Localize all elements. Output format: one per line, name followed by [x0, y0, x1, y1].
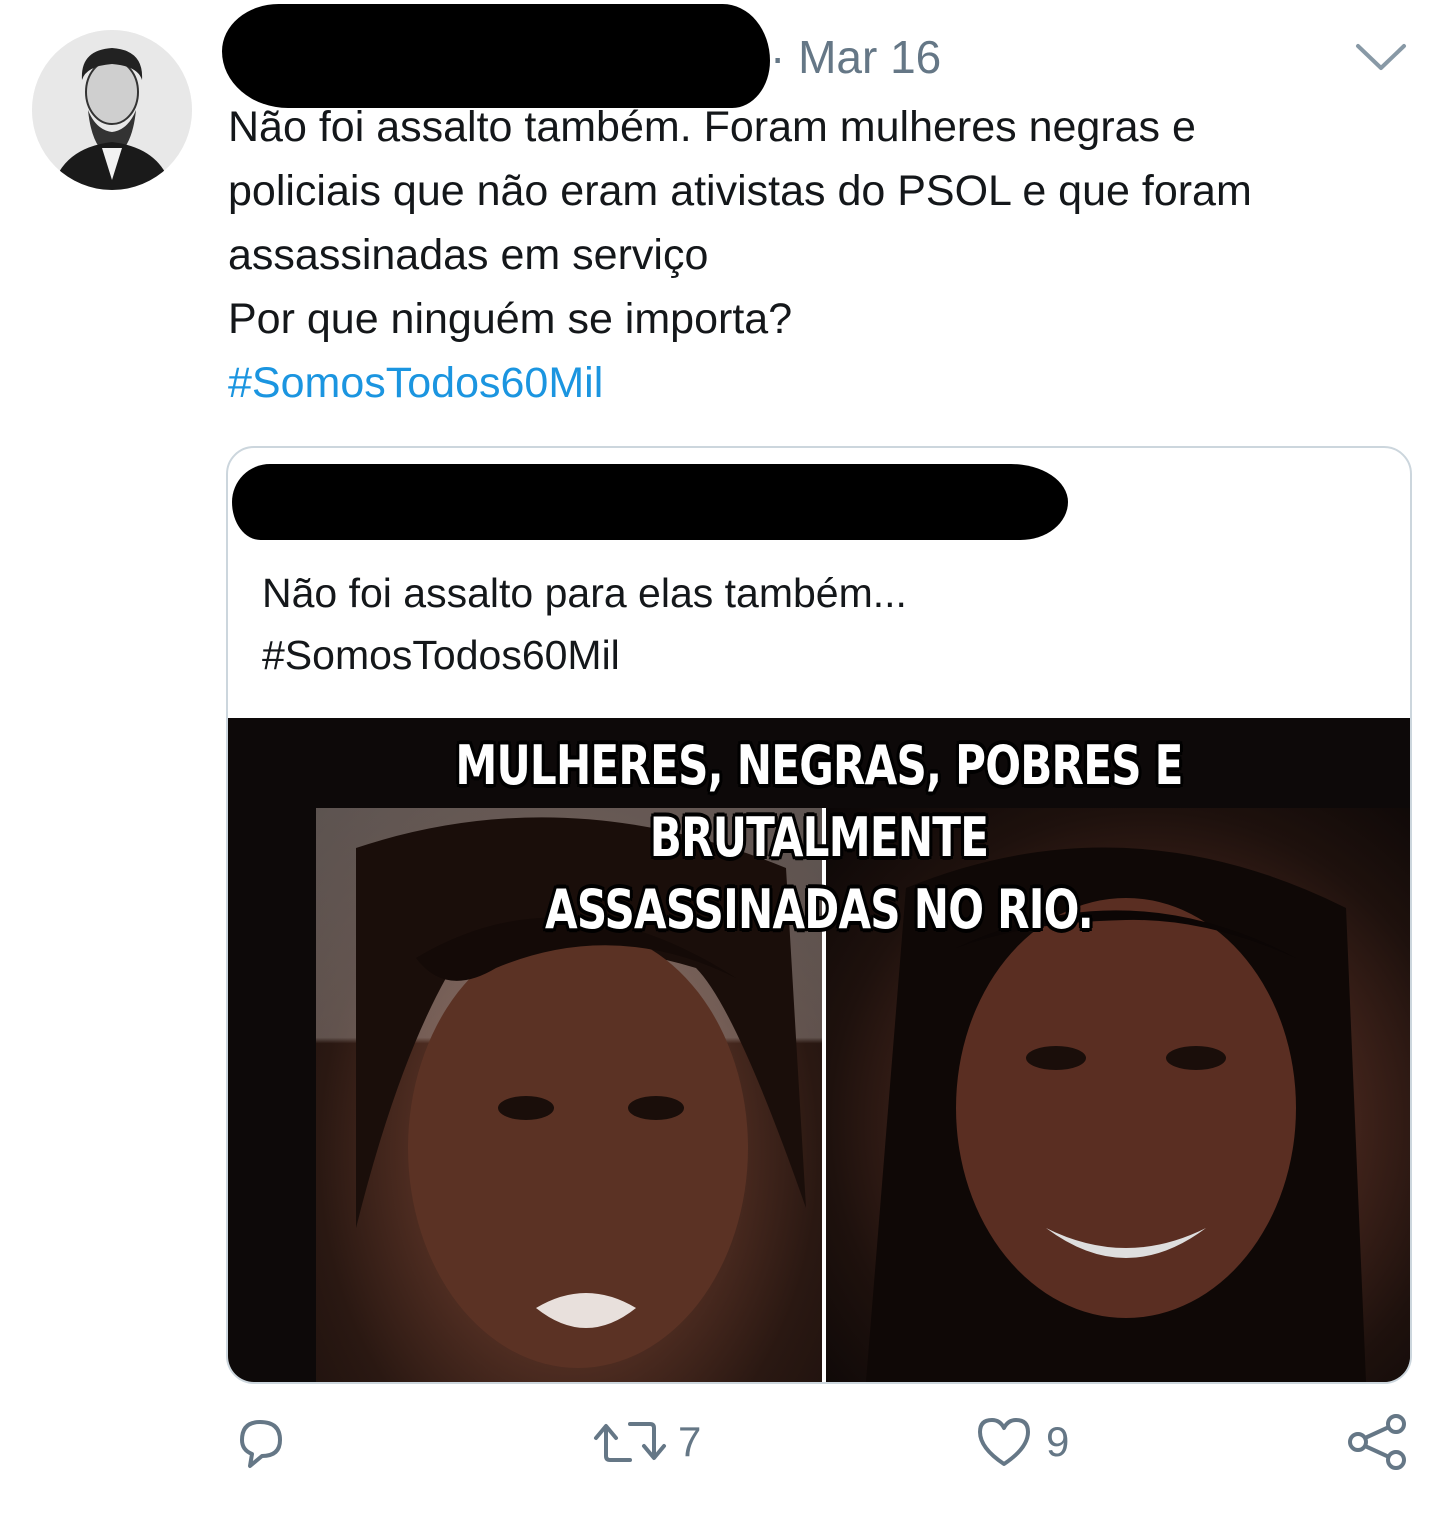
quoted-text-line: Não foi assalto para elas também...: [262, 570, 907, 616]
retweet-button[interactable]: 7: [592, 1410, 701, 1474]
tweet-text-line: policiais que não eram ativistas do PSOL…: [228, 167, 1252, 215]
quoted-tweet-image[interactable]: MULHERES, NEGRAS, POBRES E BRUTALMENTE A…: [228, 718, 1410, 1382]
tweet-text-line: Por que ninguém se importa?: [228, 295, 793, 343]
meme-caption: MULHERES, NEGRAS, POBRES E BRUTALMENTE A…: [358, 730, 1280, 946]
meme-caption-line: MULHERES, NEGRAS, POBRES E BRUTALMENTE: [455, 734, 1183, 869]
hashtag-link[interactable]: #SomosTodos60Mil: [228, 351, 1418, 415]
redacted-username: [222, 4, 770, 108]
like-count: 9: [1046, 1418, 1070, 1465]
tweet-actions: 7 9: [0, 1410, 1439, 1490]
tweet-timestamp[interactable]: · Mar 16: [770, 30, 941, 84]
tweet-text-line: assassinadas em serviço: [228, 231, 709, 279]
chevron-down-icon[interactable]: [1352, 38, 1410, 76]
heart-icon: [972, 1410, 1036, 1474]
quoted-hashtag: #SomosTodos60Mil: [262, 632, 620, 678]
retweet-count: 7: [678, 1418, 702, 1465]
meme-caption-line: ASSASSINADAS NO RIO.: [545, 878, 1094, 941]
share-icon: [1344, 1410, 1410, 1474]
tweet-text: Não foi assalto também. Foram mulheres n…: [228, 95, 1418, 415]
retweet-icon: [592, 1410, 668, 1474]
quoted-tweet-text: Não foi assalto para elas também... #Som…: [262, 562, 1362, 686]
quoted-tweet-card[interactable]: Não foi assalto para elas também... #Som…: [226, 446, 1412, 1384]
tweet-text-line: Não foi assalto também. Foram mulheres n…: [228, 103, 1196, 151]
share-button[interactable]: [1344, 1410, 1410, 1474]
like-button[interactable]: 9: [972, 1410, 1069, 1474]
redacted-quoted-username: [232, 464, 1068, 540]
avatar[interactable]: [32, 30, 192, 190]
reply-button[interactable]: [228, 1410, 292, 1474]
reply-icon: [228, 1410, 292, 1474]
